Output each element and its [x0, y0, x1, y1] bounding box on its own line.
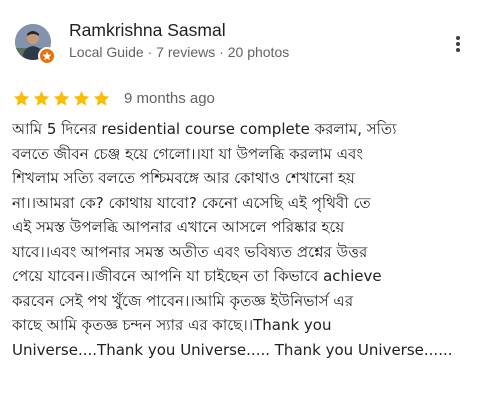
- review-text-line: Universe....Thank you Universe..... Than…: [12, 340, 453, 359]
- star-icon: [93, 90, 110, 106]
- star-icon: [73, 90, 90, 106]
- review-card: Ramkrishna Sasmal Local Guide · 7 review…: [0, 0, 500, 400]
- review-text-line: না।।আমরা কে? কোথায় যাবো? কেনো এসেছি এই …: [12, 193, 371, 212]
- local-guide-badge-icon: [42, 51, 52, 61]
- reviewer-name[interactable]: Ramkrishna Sasmal: [69, 20, 226, 41]
- more-vert-icon: [456, 36, 460, 52]
- rating-row: 9 months ago: [12, 88, 215, 108]
- review-text-line: শিখলাম সত্যি বলতে পশ্চিমবঙ্গে আর কোথাও শ…: [12, 169, 355, 187]
- review-text-line: পেয়ে যাবেন।।জীবনে আপনি যা চাইছেন তা কিভ…: [12, 267, 382, 285]
- star-icon: [33, 90, 50, 106]
- star-icon: [53, 90, 70, 106]
- review-text: আমি 5 দিনের residential course complete …: [12, 117, 490, 362]
- review-text-line: এই সমস্ত উপলব্ধি আপনার এখানে আসলে পরিষ্ক…: [12, 218, 345, 236]
- review-text-line: বলতে জীবন চেঞ্জ হয়ে গেলো।।যা যা উপলব্ধি…: [12, 144, 363, 163]
- review-date: 9 months ago: [124, 89, 215, 107]
- review-text-line: কাছে আমি কৃতজ্ঞ চন্দন স্যার এর কাছে।।Tha…: [12, 316, 332, 334]
- star-rating: [12, 89, 112, 108]
- reviewer-meta: Local Guide · 7 reviews · 20 photos: [69, 44, 290, 60]
- star-icon: [13, 90, 30, 106]
- local-guide-badge: [38, 47, 56, 65]
- review-text-line: করবেন সেই পথ খুঁজে পাবেন।।আমি কৃতজ্ঞ ইউন…: [12, 291, 354, 310]
- review-text-line: আমি 5 দিনের residential course complete …: [12, 120, 397, 138]
- more-options-button[interactable]: [448, 32, 468, 56]
- review-text-line: যাবে।।এবং আপনার সমস্ত অতীত এবং ভবিষ্যত প…: [12, 242, 368, 261]
